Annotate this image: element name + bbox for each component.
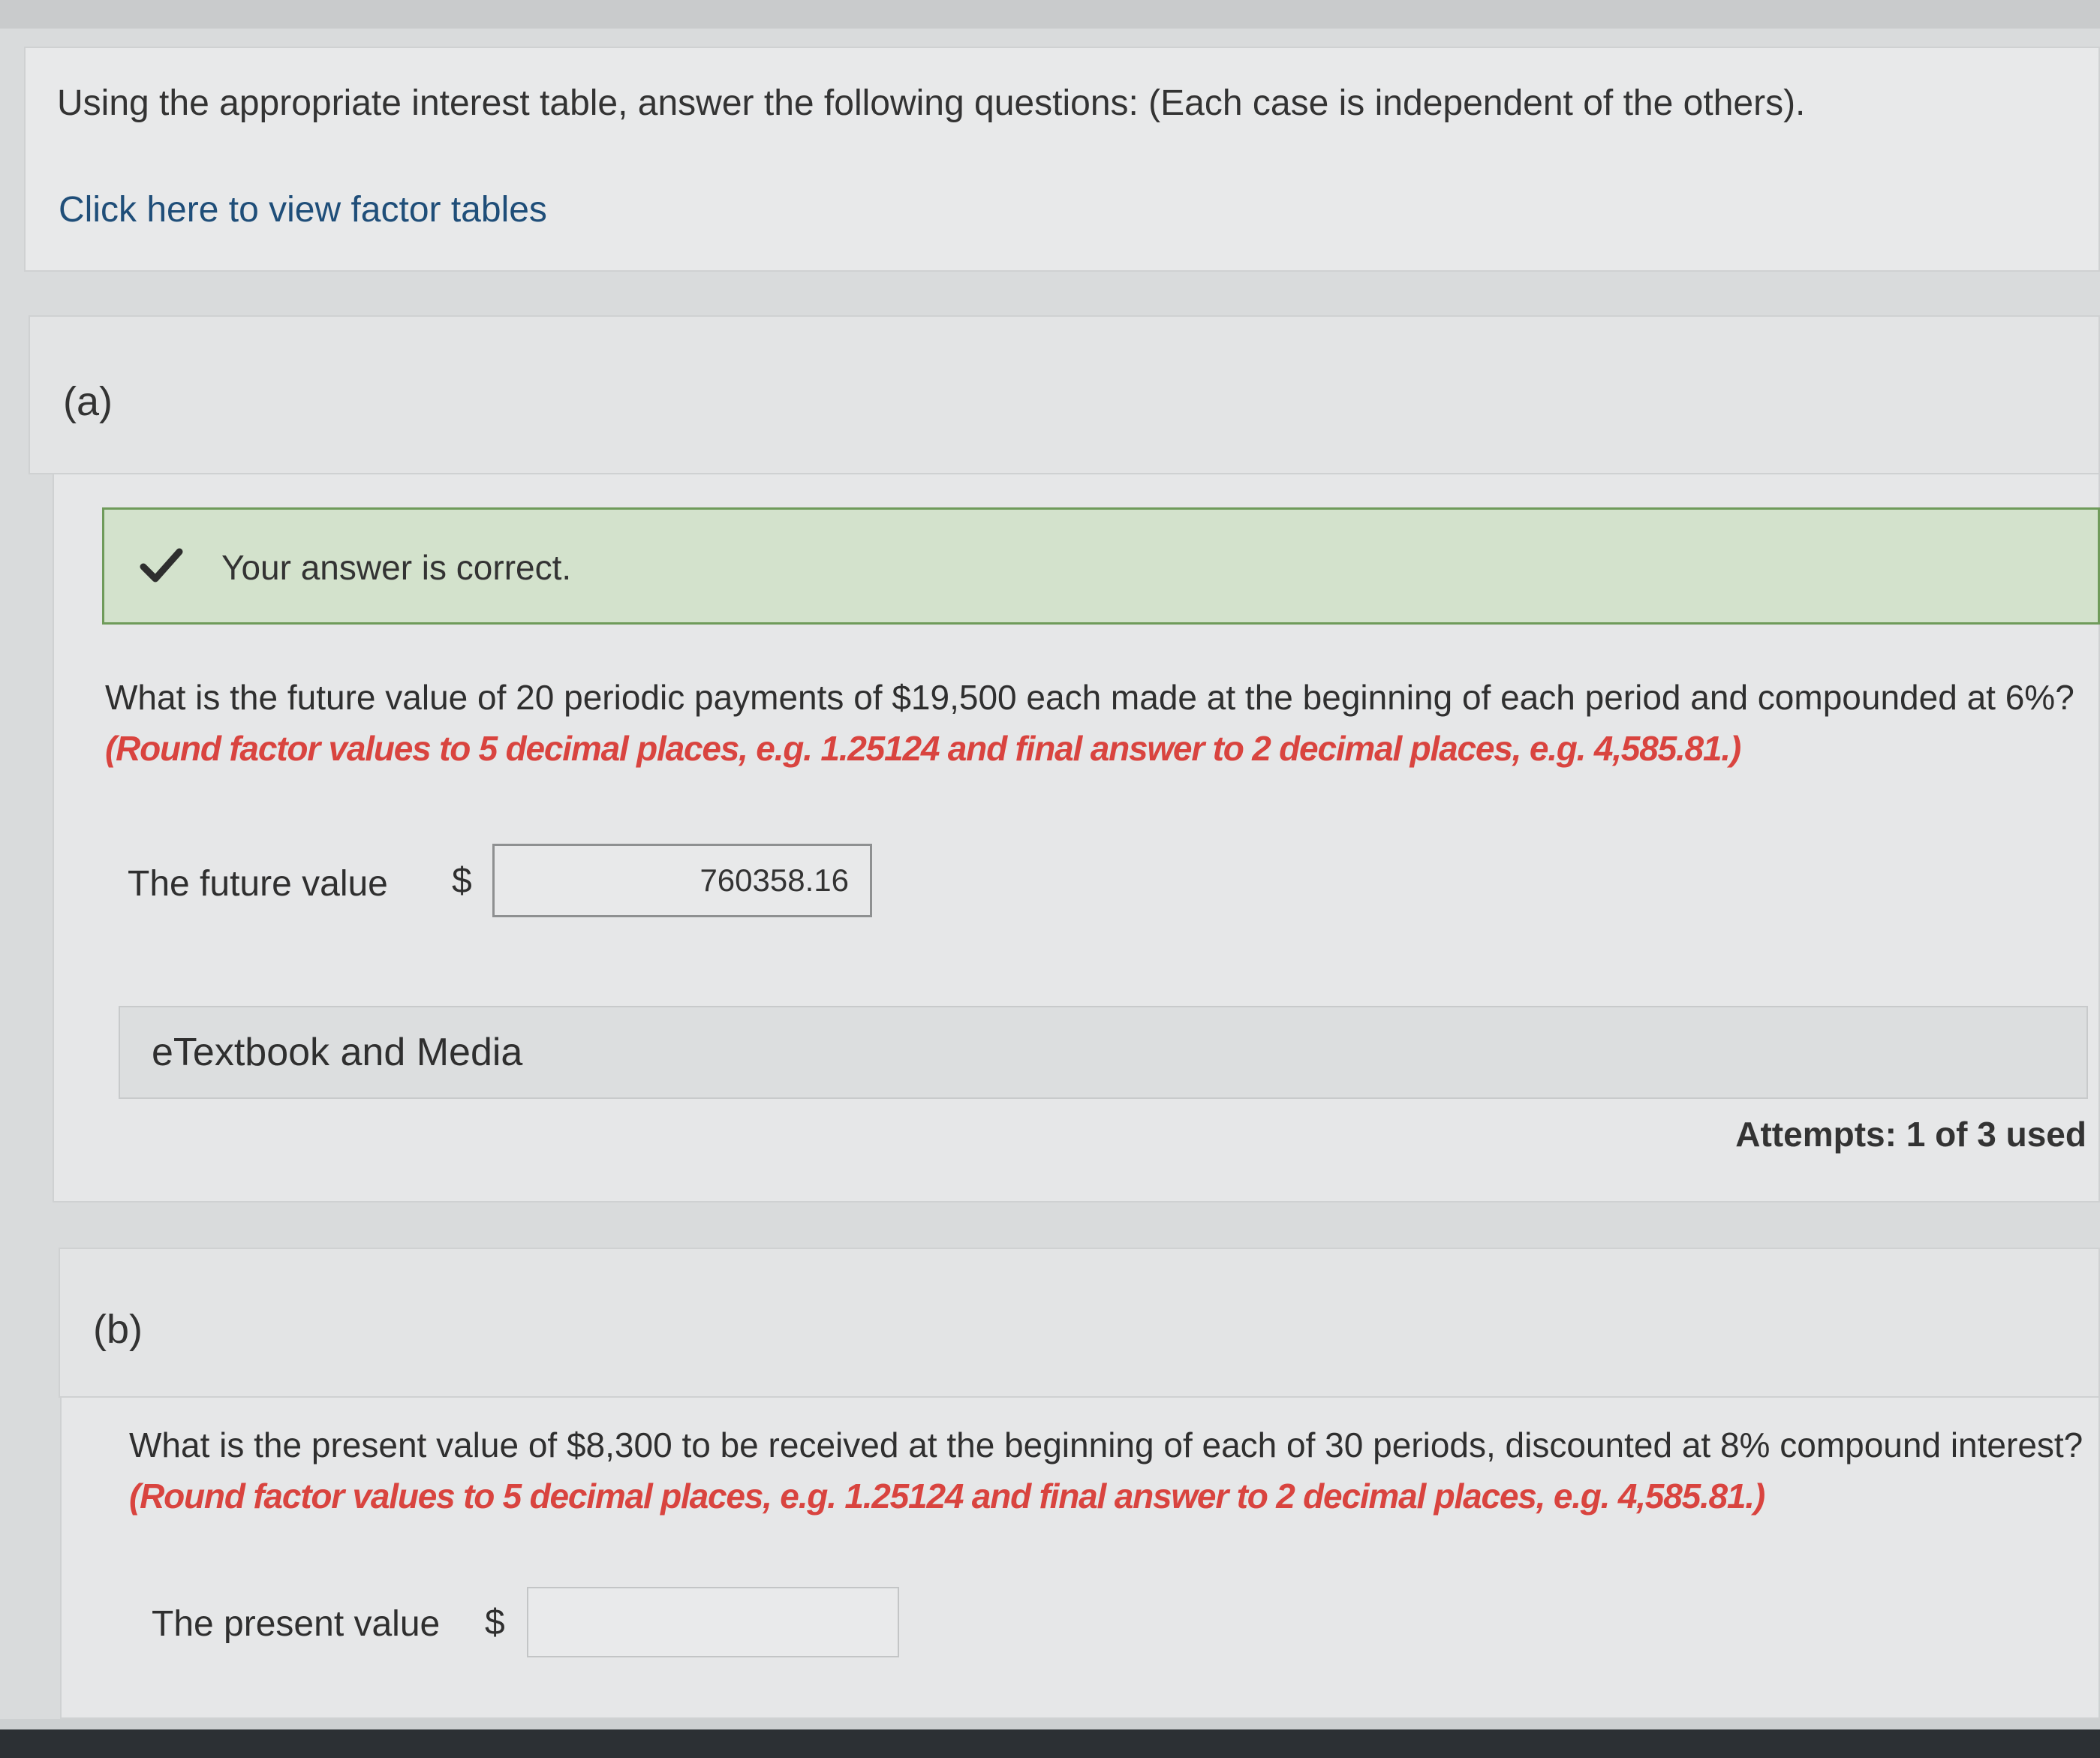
part-a-question: What is the future value of 20 periodic … bbox=[105, 678, 2074, 717]
part-a-rounding-hint: (Round factor values to 5 decimal places… bbox=[105, 729, 1741, 768]
instructions-card: Using the appropriate interest table, an… bbox=[24, 47, 2100, 272]
present-value-input[interactable] bbox=[527, 1587, 899, 1657]
bottom-toolbar-edge bbox=[0, 1729, 2100, 1758]
part-a-header: (a) bbox=[29, 315, 2100, 474]
part-b-rounding-hint: (Round factor values to 5 decimal places… bbox=[129, 1477, 1765, 1516]
future-value-input[interactable] bbox=[492, 844, 872, 917]
instructions-text: Using the appropriate interest table, an… bbox=[57, 83, 1806, 123]
correct-answer-banner: Your answer is correct. bbox=[102, 507, 2100, 625]
check-icon bbox=[140, 548, 183, 582]
attempts-counter: Attempts: 1 of 3 used bbox=[1735, 1115, 2086, 1154]
part-b-header: (b) bbox=[59, 1248, 2100, 1398]
currency-symbol: $ bbox=[452, 861, 472, 901]
currency-symbol: $ bbox=[485, 1603, 505, 1642]
page-bottom-shade bbox=[0, 1719, 2100, 1729]
etextbook-media-label: eTextbook and Media bbox=[152, 1031, 523, 1074]
etextbook-media-button[interactable]: eTextbook and Media bbox=[119, 1006, 2088, 1099]
factor-tables-link[interactable]: Click here to view factor tables bbox=[59, 189, 547, 230]
future-value-label: The future value bbox=[128, 864, 388, 904]
part-a-label: (a) bbox=[63, 379, 113, 424]
part-b-question: What is the present value of $8,300 to b… bbox=[129, 1425, 2083, 1464]
top-edge bbox=[0, 0, 2100, 29]
part-b-label: (b) bbox=[93, 1307, 143, 1352]
feedback-text: Your answer is correct. bbox=[221, 548, 572, 587]
present-value-label: The present value bbox=[152, 1604, 441, 1644]
